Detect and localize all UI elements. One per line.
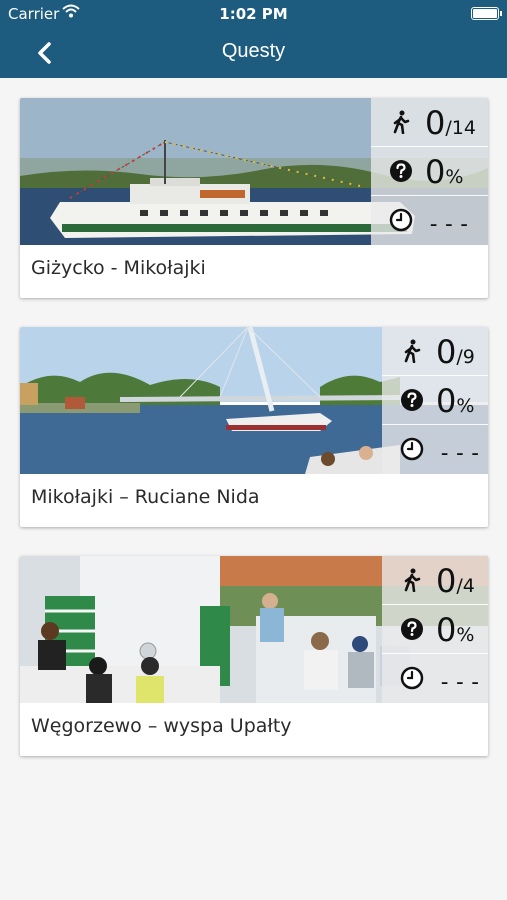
quest-name: Węgorzewo – wyspa Upałty: [31, 715, 292, 737]
walking-person-icon: [404, 339, 421, 363]
walking-person-icon: [393, 110, 410, 134]
steps-done: 0: [436, 333, 457, 371]
progress-value: 0: [436, 382, 457, 420]
progress-value: 0: [425, 153, 446, 191]
progress-value: 0: [436, 611, 457, 649]
quest-stats: 0/4 0% ---: [382, 556, 488, 703]
clock-icon: [400, 437, 424, 461]
question-circle-icon: [401, 389, 423, 411]
progress-row: 0%: [382, 376, 488, 425]
progress-row: 0%: [371, 147, 488, 196]
steps-total: /4: [456, 575, 475, 597]
time-value: ---: [438, 441, 484, 466]
clock-icon: [389, 208, 413, 232]
time-row: ---: [382, 654, 488, 703]
steps-row: 0/4: [382, 556, 488, 605]
steps-done: 0: [436, 562, 457, 600]
question-circle-icon: [401, 618, 423, 640]
quest-card[interactable]: 0/14 0% --- Giżycko - Mikołajki: [20, 98, 488, 298]
steps-row: 0/14: [371, 98, 488, 147]
quest-name: Giżycko - Mikołajki: [31, 257, 206, 279]
progress-sign: %: [456, 624, 475, 646]
progress-row: 0%: [382, 605, 488, 654]
time-value: ---: [427, 212, 473, 237]
walking-person-icon: [404, 568, 421, 592]
status-bar: Carrier 1:02 PM: [0, 0, 507, 28]
quest-card[interactable]: 0/9 0% --- Mikołajki – Ruciane Nida: [20, 327, 488, 527]
progress-sign: %: [445, 166, 464, 188]
steps-done: 0: [425, 104, 446, 142]
steps-total: /9: [456, 346, 475, 368]
time-row: ---: [371, 196, 488, 245]
quest-name: Mikołajki – Ruciane Nida: [31, 486, 260, 508]
steps-total: /14: [445, 117, 476, 139]
page-title: Questy: [221, 40, 286, 62]
quest-stats: 0/9 0% ---: [382, 327, 488, 474]
clock-icon: [400, 666, 424, 690]
battery-icon: [471, 7, 502, 20]
steps-row: 0/9: [382, 327, 488, 376]
progress-sign: %: [456, 395, 475, 417]
time-value: ---: [438, 670, 484, 695]
time-row: ---: [382, 425, 488, 474]
question-circle-icon: [390, 160, 412, 182]
clock: 1:02 PM: [219, 5, 288, 23]
quest-card[interactable]: 0/4 0% --- Węgorzewo – wyspa Upałty: [20, 556, 488, 756]
quest-stats: 0/14 0% ---: [371, 98, 488, 245]
nav-bar: Questy: [0, 28, 507, 78]
